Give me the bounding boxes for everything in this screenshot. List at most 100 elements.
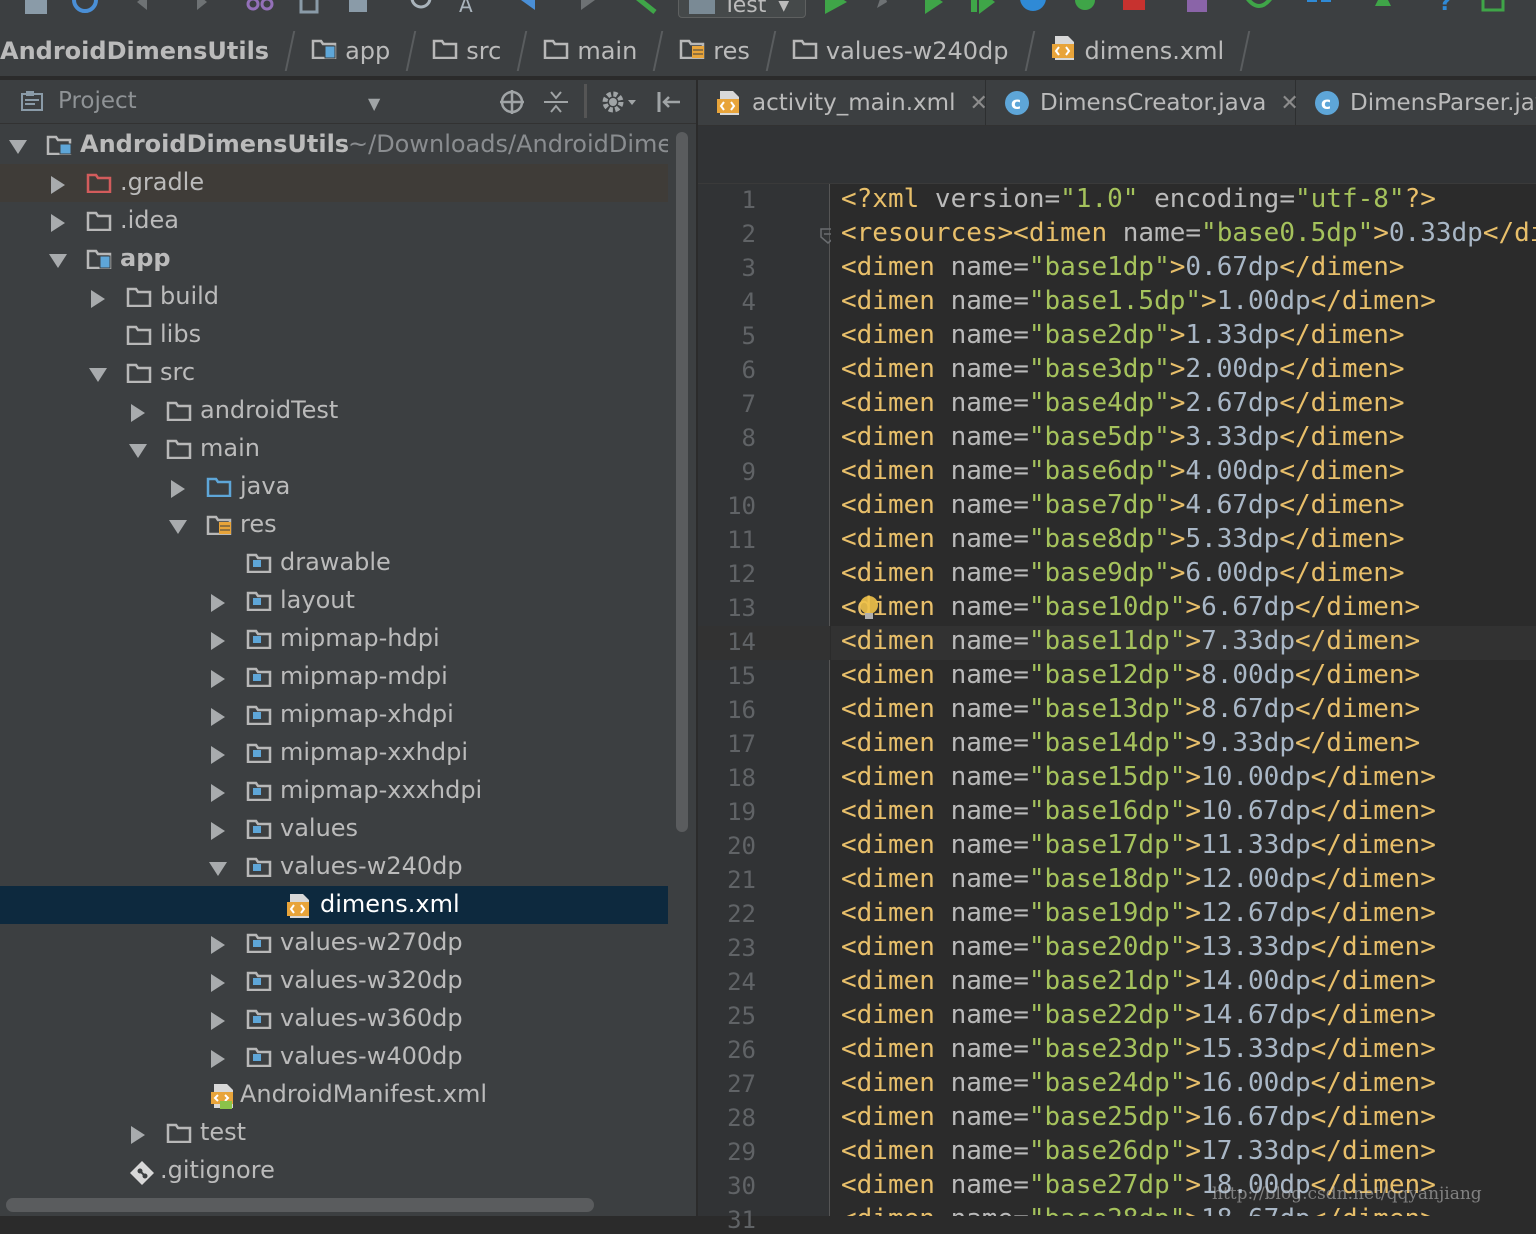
project-structure-icon[interactable] bbox=[1304, 0, 1338, 16]
run-icon[interactable] bbox=[820, 0, 850, 16]
collapsed-arrow-icon[interactable] bbox=[208, 1009, 228, 1030]
save-icon[interactable] bbox=[22, 0, 50, 16]
stop-icon[interactable] bbox=[1120, 0, 1150, 16]
collapsed-arrow-icon[interactable] bbox=[128, 401, 148, 422]
tree-item[interactable]: app bbox=[0, 240, 668, 278]
collapsed-arrow-icon[interactable] bbox=[168, 477, 188, 498]
tree-item[interactable]: main bbox=[0, 430, 668, 468]
android-monitor-icon[interactable] bbox=[1070, 0, 1100, 16]
breadcrumb-item[interactable]: values-w240dp bbox=[782, 26, 1041, 76]
intention-bulb-icon[interactable] bbox=[857, 595, 881, 625]
attach-debugger-icon[interactable] bbox=[1018, 0, 1048, 16]
code-line[interactable]: <dimen name="base23dp">15.33dp</dimen> bbox=[841, 1034, 1436, 1064]
copy-icon[interactable] bbox=[296, 0, 326, 16]
tree-item[interactable]: mipmap-xxxhdpi bbox=[0, 772, 668, 810]
scrollbar-thumb[interactable] bbox=[6, 1198, 594, 1212]
expanded-arrow-icon[interactable] bbox=[48, 249, 68, 269]
tree-item[interactable]: drawable bbox=[0, 544, 668, 582]
tree-item[interactable]: values-w320dp bbox=[0, 962, 668, 1000]
code-line[interactable]: <dimen name="base13dp">8.67dp</dimen> bbox=[841, 694, 1420, 724]
android-device-icon[interactable] bbox=[1478, 0, 1508, 16]
tree-item[interactable]: build bbox=[0, 278, 668, 316]
code-line[interactable]: <dimen name="base19dp">12.67dp</dimen> bbox=[841, 898, 1436, 928]
code-line[interactable]: <dimen name="base25dp">16.67dp</dimen> bbox=[841, 1102, 1436, 1132]
tree-item[interactable]: .gitignore bbox=[0, 1152, 668, 1190]
sdk-manager-icon[interactable] bbox=[1244, 0, 1274, 16]
tree-item[interactable]: dimens.xml bbox=[0, 886, 668, 924]
collapsed-arrow-icon[interactable] bbox=[128, 1123, 148, 1144]
scrollbar-thumb[interactable] bbox=[676, 132, 688, 832]
code-line[interactable]: <dimen name="base10dp">6.67dp</dimen> bbox=[841, 592, 1420, 622]
tree-horizontal-scrollbar[interactable] bbox=[0, 1196, 668, 1216]
code-line[interactable]: <dimen name="base15dp">10.00dp</dimen> bbox=[841, 762, 1436, 792]
make-project-icon[interactable] bbox=[630, 0, 660, 16]
expanded-arrow-icon[interactable] bbox=[88, 363, 108, 383]
tree-item[interactable]: mipmap-mdpi bbox=[0, 658, 668, 696]
code-line[interactable]: <dimen name="base1.5dp">1.00dp</dimen> bbox=[841, 286, 1436, 316]
expanded-arrow-icon[interactable] bbox=[128, 439, 148, 459]
code-line[interactable]: <dimen name="base2dp">1.33dp</dimen> bbox=[841, 320, 1405, 350]
sync-icon[interactable] bbox=[70, 0, 100, 16]
code-line[interactable]: <dimen name="base17dp">11.33dp</dimen> bbox=[841, 830, 1436, 860]
collapsed-arrow-icon[interactable] bbox=[88, 287, 108, 308]
collapsed-arrow-icon[interactable] bbox=[208, 705, 228, 726]
editor-tab[interactable]: c DimensCreator.java ✕ bbox=[986, 80, 1299, 125]
code-line[interactable]: <dimen name="base18dp">12.00dp</dimen> bbox=[841, 864, 1436, 894]
device-monitor-icon[interactable] bbox=[1368, 0, 1398, 16]
code-line[interactable]: <dimen name="base22dp">14.67dp</dimen> bbox=[841, 1000, 1436, 1030]
editor-tab[interactable]: c DimensParser.java bbox=[1296, 80, 1536, 125]
code-line[interactable]: <?xml version="1.0" encoding="utf-8"?> bbox=[841, 184, 1436, 214]
collapsed-arrow-icon[interactable] bbox=[208, 667, 228, 688]
profile-icon[interactable] bbox=[968, 0, 998, 16]
tree-item[interactable]: AndroidManifest.xml bbox=[0, 1076, 668, 1114]
breadcrumb-item[interactable]: res bbox=[669, 26, 782, 76]
code-line[interactable]: <dimen name="base9dp">6.00dp</dimen> bbox=[841, 558, 1405, 588]
code-line[interactable]: <dimen name="base20dp">13.33dp</dimen> bbox=[841, 932, 1436, 962]
help-icon[interactable]: ? bbox=[1430, 0, 1460, 16]
tree-item[interactable]: androidTest bbox=[0, 392, 668, 430]
collapse-all-icon[interactable] bbox=[542, 88, 570, 116]
tree-item[interactable]: AndroidDimensUtils ~/Downloads/AndroidDim… bbox=[0, 126, 668, 164]
tree-vertical-scrollbar[interactable] bbox=[668, 124, 696, 1216]
collapsed-arrow-icon[interactable] bbox=[208, 629, 228, 650]
code-line[interactable]: <dimen name="base7dp">4.67dp</dimen> bbox=[841, 490, 1405, 520]
collapsed-arrow-icon[interactable] bbox=[48, 173, 68, 194]
project-tree[interactable]: AndroidDimensUtils ~/Downloads/AndroidDim… bbox=[0, 124, 668, 1196]
project-view-selector[interactable]: Project bbox=[58, 88, 137, 114]
expanded-arrow-icon[interactable] bbox=[208, 857, 228, 877]
forward-icon[interactable] bbox=[568, 0, 598, 16]
tree-item[interactable]: .gradle bbox=[0, 164, 668, 202]
breadcrumb-item[interactable]: AndroidDimensUtils bbox=[0, 26, 301, 76]
cut-icon[interactable] bbox=[244, 0, 276, 16]
code-line[interactable]: <dimen name="base21dp">14.00dp</dimen> bbox=[841, 966, 1436, 996]
tree-item[interactable]: values-w240dp bbox=[0, 848, 668, 886]
code-line[interactable]: <dimen name="base12dp">8.00dp</dimen> bbox=[841, 660, 1420, 690]
chevron-down-icon[interactable]: ▼ bbox=[368, 94, 380, 113]
code-line[interactable]: <dimen name="base14dp">9.33dp</dimen> bbox=[841, 728, 1420, 758]
code-line[interactable]: <dimen name="base8dp">5.33dp</dimen> bbox=[841, 524, 1405, 554]
tree-item[interactable]: .idea bbox=[0, 202, 668, 240]
tree-item[interactable]: layout bbox=[0, 582, 668, 620]
redo-icon[interactable] bbox=[182, 0, 212, 16]
collapsed-arrow-icon[interactable] bbox=[48, 211, 68, 232]
tree-item[interactable]: res bbox=[0, 506, 668, 544]
tree-item[interactable]: values bbox=[0, 810, 668, 848]
scroll-from-source-icon[interactable] bbox=[498, 88, 526, 116]
tree-item[interactable]: values-w400dp bbox=[0, 1038, 668, 1076]
debug-icon[interactable] bbox=[918, 0, 948, 16]
avd-manager-icon[interactable] bbox=[1182, 0, 1212, 16]
collapsed-arrow-icon[interactable] bbox=[208, 591, 228, 612]
code-line[interactable]: <dimen name="base16dp">10.67dp</dimen> bbox=[841, 796, 1436, 826]
collapsed-arrow-icon[interactable] bbox=[208, 743, 228, 764]
tree-item[interactable]: java bbox=[0, 468, 668, 506]
tree-item[interactable]: values-w270dp bbox=[0, 924, 668, 962]
code-line[interactable]: <dimen name="base11dp">7.33dp</dimen> bbox=[841, 626, 1420, 656]
hide-panel-icon[interactable] bbox=[654, 88, 682, 116]
code-line[interactable]: <resources><dimen name="base0.5dp">0.33d… bbox=[841, 218, 1536, 248]
tree-item[interactable]: mipmap-xhdpi bbox=[0, 696, 668, 734]
tree-item[interactable]: src bbox=[0, 354, 668, 392]
run-config-select[interactable]: Test ▼ bbox=[678, 0, 806, 18]
back-icon[interactable] bbox=[518, 0, 548, 16]
search-icon[interactable] bbox=[406, 0, 436, 16]
breadcrumb-item[interactable]: app bbox=[301, 26, 422, 76]
